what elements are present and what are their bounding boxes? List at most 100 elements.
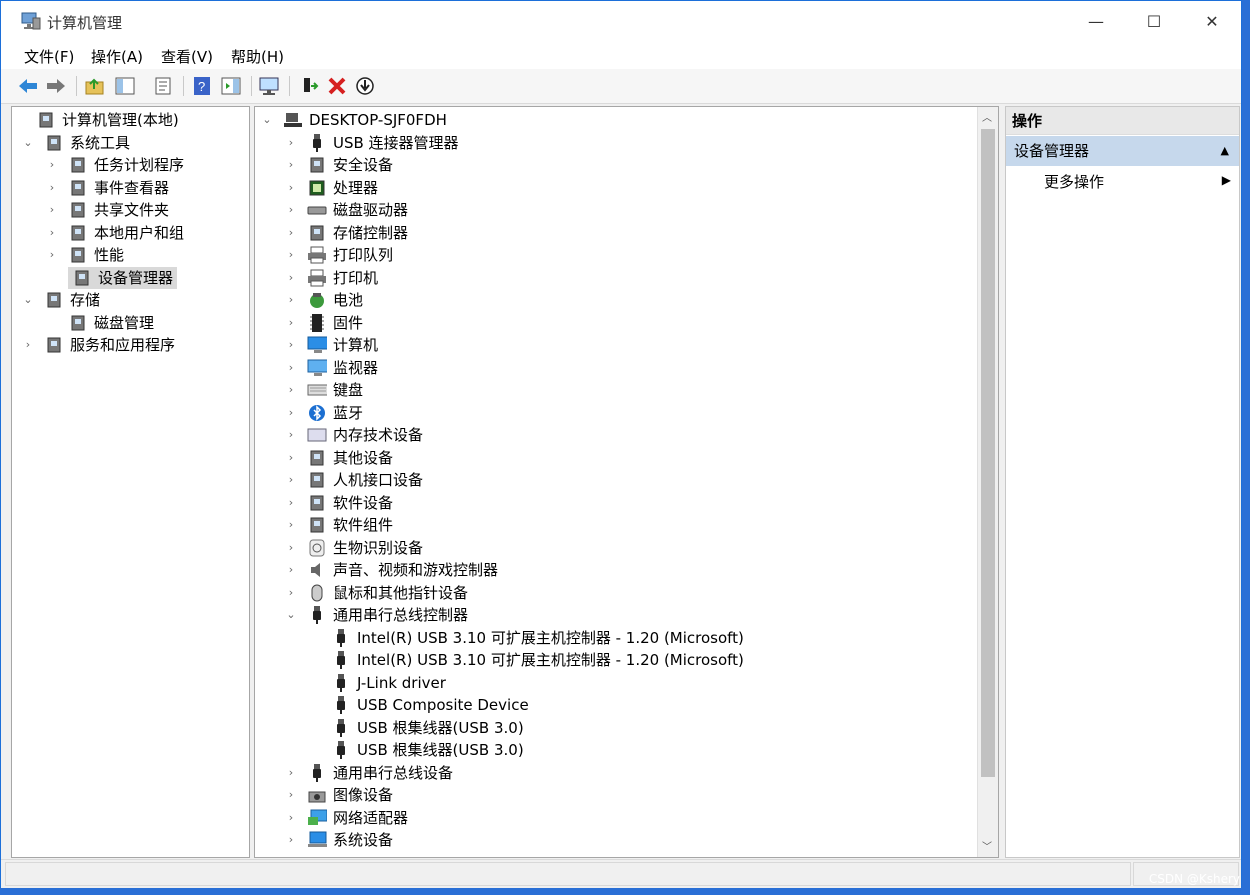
minimize-button[interactable]: — [1067,1,1125,41]
usb-controller-item[interactable]: Intel(R) USB 3.10 可扩展主机控制器 - 1.20 (Micro… [309,627,744,649]
menu-file[interactable]: 文件(F) [24,46,74,67]
nav-tree-item[interactable]: › 服务和应用程序 [22,334,175,356]
collapsed-chevron-icon[interactable]: › [285,244,297,266]
properties-icon[interactable] [151,74,175,98]
device-category-item[interactable]: › USB 连接器管理器 [285,132,459,154]
tree-item-content[interactable]: 通用串行总线控制器 [307,604,468,626]
tree-item-content[interactable]: 系统工具 [44,132,130,154]
device-category-item[interactable]: › 存储控制器 [285,222,408,244]
collapsed-chevron-icon[interactable]: › [46,154,58,176]
device-category-item[interactable]: › 生物识别设备 [285,537,423,559]
device-category-item[interactable]: › 人机接口设备 [285,469,423,491]
vertical-scrollbar[interactable]: ︿ ﹀ [977,107,998,857]
collapsed-chevron-icon[interactable]: › [285,177,297,199]
tree-item-content[interactable]: 性能 [68,244,124,266]
help-icon[interactable]: ? [190,74,214,98]
collapsed-chevron-icon[interactable]: › [285,154,297,176]
menu-action[interactable]: 操作(A) [91,46,143,67]
usb-controller-item[interactable]: USB 根集线器(USB 3.0) [309,739,524,761]
device-category-item[interactable]: › 监视器 [285,357,378,379]
device-category-item[interactable]: › 软件组件 [285,514,393,536]
tree-item-content[interactable]: 蓝牙 [307,402,363,424]
nav-tree-item[interactable]: › 任务计划程序 [46,154,184,176]
tree-item-content[interactable]: 存储 [44,289,100,311]
collapsed-chevron-icon[interactable]: › [46,244,58,266]
collapsed-chevron-icon[interactable]: › [285,582,297,604]
tree-item-content[interactable]: 人机接口设备 [307,469,423,491]
collapsed-chevron-icon[interactable]: › [285,762,297,784]
device-category-item[interactable]: › 处理器 [285,177,378,199]
device-category-item[interactable]: › 电池 [285,289,363,311]
tree-item-content[interactable]: 网络适配器 [307,807,408,829]
actions-group-device-manager[interactable]: 设备管理器 ▲ [1006,136,1239,166]
scroll-up-icon[interactable]: ︿ [982,109,992,124]
device-category-item[interactable]: › 声音、视频和游戏控制器 [285,559,498,581]
tree-item-content[interactable]: 设备管理器 [68,266,178,289]
collapsed-chevron-icon[interactable]: › [46,177,58,199]
tree-item-content[interactable]: 生物识别设备 [307,537,423,559]
collapsed-chevron-icon[interactable]: › [285,289,297,311]
nav-tree-item[interactable]: ⌄ 存储 [22,289,100,311]
collapsed-chevron-icon[interactable]: › [285,312,297,334]
more-actions-item[interactable]: 更多操作 [1044,169,1104,195]
device-category-item[interactable]: › 安全设备 [285,154,393,176]
tree-item-content[interactable]: 存储控制器 [307,222,408,244]
folder-up-icon[interactable] [83,74,107,98]
collapsed-chevron-icon[interactable]: › [285,334,297,356]
tree-item-content[interactable]: USB 连接器管理器 [307,132,459,154]
collapsed-chevron-icon[interactable]: › [285,514,297,536]
show-hide-tree-icon[interactable] [113,74,137,98]
device-category-item[interactable]: › 鼠标和其他指针设备 [285,582,468,604]
tree-item-content[interactable]: Intel(R) USB 3.10 可扩展主机控制器 - 1.20 (Micro… [331,649,744,671]
device-category-item[interactable]: › 打印机 [285,267,378,289]
nav-tree-item[interactable]: › 共享文件夹 [46,199,169,221]
tree-item-content[interactable]: 磁盘驱动器 [307,199,408,221]
monitor-scan-icon[interactable] [257,74,281,98]
tree-item-content[interactable]: J-Link driver [331,672,446,694]
expanded-chevron-icon[interactable]: ⌄ [285,604,297,626]
tree-item-content[interactable]: 声音、视频和游戏控制器 [307,559,498,581]
tree-item-content[interactable]: 磁盘管理 [68,312,154,334]
usb-controller-item[interactable]: Intel(R) USB 3.10 可扩展主机控制器 - 1.20 (Micro… [309,649,744,671]
tree-item-content[interactable]: 键盘 [307,379,363,401]
tree-item-content[interactable]: 软件组件 [307,514,393,536]
tree-item-content[interactable]: 本地用户和组 [68,222,184,244]
collapsed-chevron-icon[interactable]: › [285,829,297,851]
tree-item-content[interactable]: 监视器 [307,357,378,379]
tree-item-content[interactable]: 其他设备 [307,447,393,469]
tree-item-content[interactable]: 软件设备 [307,492,393,514]
nav-tree-item[interactable]: 计算机管理(本地) [14,109,179,131]
back-arrow-icon[interactable] [16,74,40,98]
collapsed-chevron-icon[interactable]: › [285,132,297,154]
collapsed-chevron-icon[interactable]: › [285,424,297,446]
device-category-item[interactable]: › 键盘 [285,379,363,401]
nav-tree-item[interactable]: 设备管理器 [46,266,178,289]
collapsed-chevron-icon[interactable]: › [285,267,297,289]
device-category-item[interactable]: › 磁盘驱动器 [285,199,408,221]
collapsed-chevron-icon[interactable]: › [285,469,297,491]
device-category-item[interactable]: › 图像设备 [285,784,393,806]
tree-item-content[interactable]: 共享文件夹 [68,199,169,221]
collapsed-chevron-icon[interactable]: › [285,357,297,379]
tree-item-content[interactable]: USB Composite Device [331,694,529,716]
usb-controller-item[interactable]: USB 根集线器(USB 3.0) [309,717,524,739]
maximize-button[interactable]: ☐ [1125,1,1183,41]
tree-item-content[interactable]: 任务计划程序 [68,154,184,176]
tree-item-content[interactable]: DESKTOP-SJF0FDH [283,109,447,131]
uninstall-icon[interactable] [325,74,349,98]
tree-item-content[interactable]: 打印机 [307,267,378,289]
tree-item-content[interactable]: 内存技术设备 [307,424,423,446]
device-category-item[interactable]: › 蓝牙 [285,402,363,424]
collapsed-chevron-icon[interactable]: › [22,334,34,356]
device-category-item[interactable]: › 系统设备 [285,829,393,851]
device-category-item[interactable]: › 计算机 [285,334,378,356]
tree-item-content[interactable]: 固件 [307,312,363,334]
device-category-item[interactable]: › 其他设备 [285,447,393,469]
nav-tree-item[interactable]: 磁盘管理 [46,312,154,334]
tree-item-content[interactable]: 图像设备 [307,784,393,806]
collapsed-chevron-icon[interactable]: › [285,492,297,514]
expanded-chevron-icon[interactable]: ⌄ [22,289,34,311]
action-pane-icon[interactable] [219,74,243,98]
usb-controller-item[interactable]: J-Link driver [309,672,446,694]
device-tree-root[interactable]: ⌄ DESKTOP-SJF0FDH [261,109,447,131]
